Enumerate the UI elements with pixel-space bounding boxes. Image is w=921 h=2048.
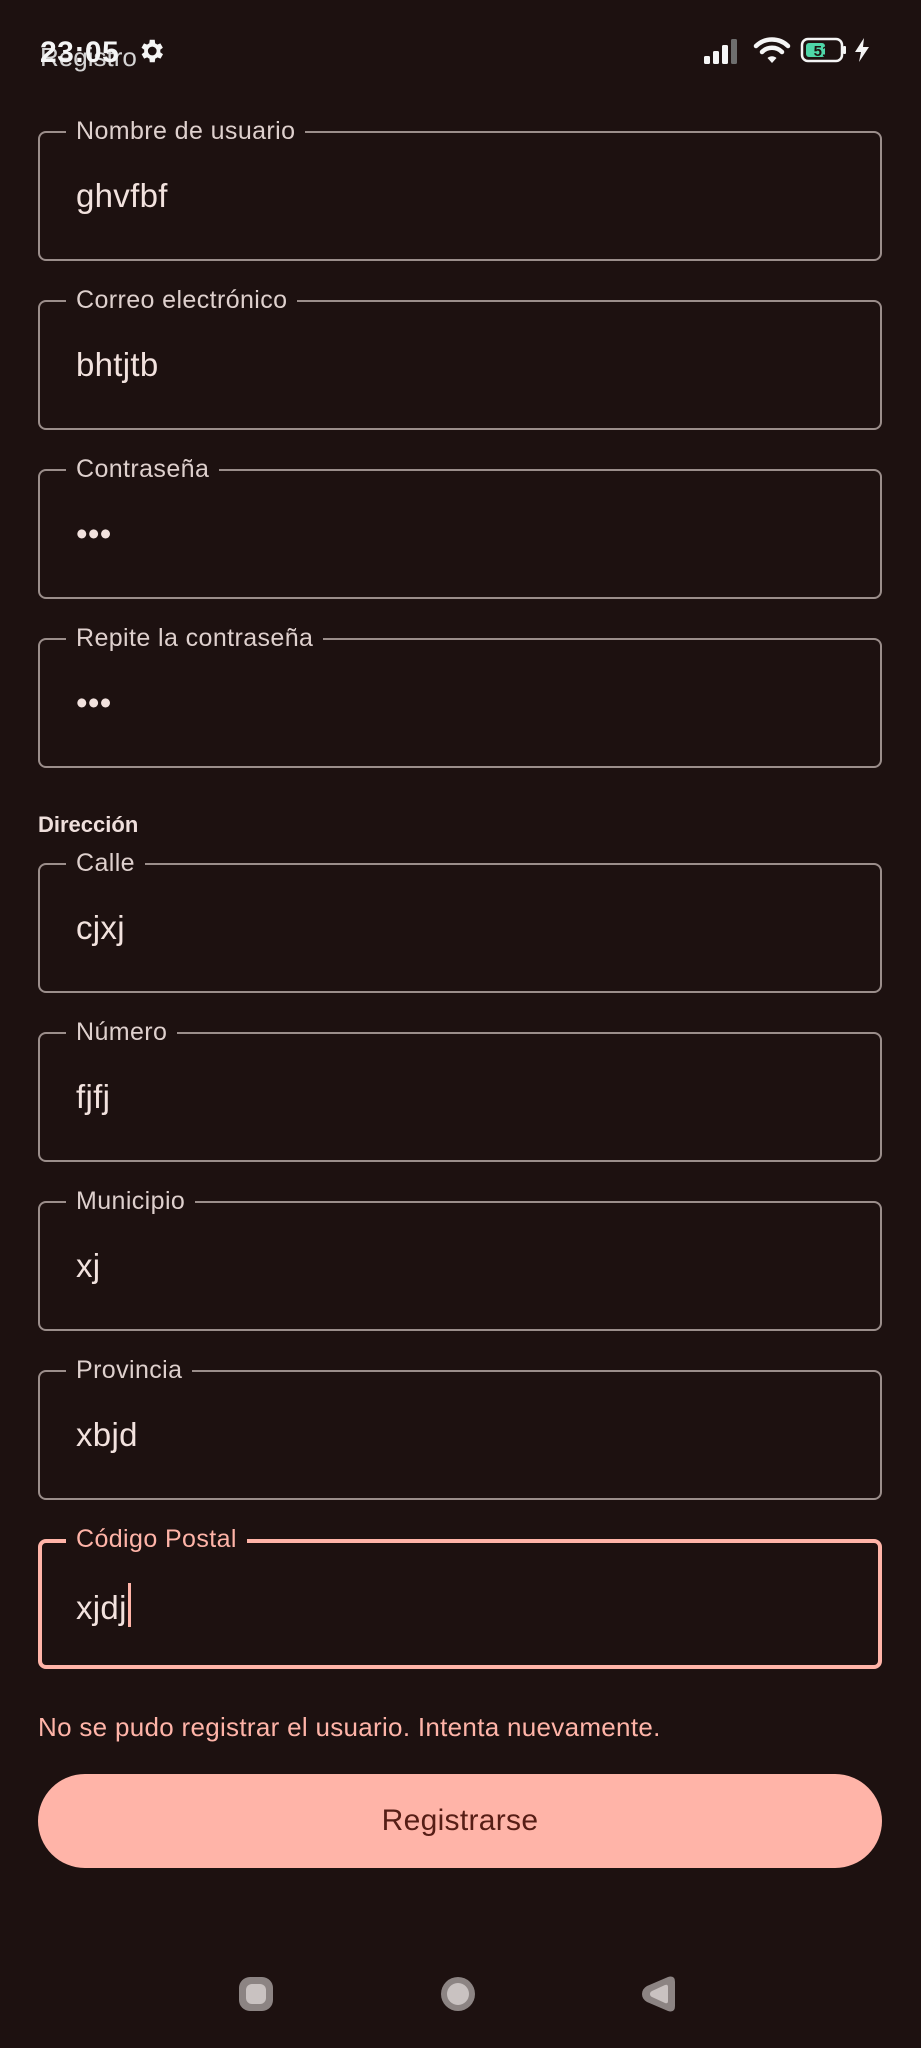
password-field[interactable]: Contraseña ••• (38, 454, 882, 599)
street-value: cjxj (76, 909, 125, 946)
postal-code-label: Código Postal (66, 1524, 247, 1554)
municipality-label: Municipio (66, 1186, 196, 1216)
email-label: Correo electrónico (66, 285, 298, 315)
street-field[interactable]: Calle cjxj (38, 848, 882, 993)
postal-code-field[interactable]: Código Postal xjdj (38, 1524, 882, 1669)
address-section-heading: Dirección (38, 812, 139, 837)
street-label: Calle (66, 848, 145, 878)
recents-icon[interactable] (236, 1974, 276, 2014)
password-value: ••• (76, 515, 112, 552)
number-label: Número (66, 1017, 178, 1047)
email-value: bhtjtb (76, 346, 159, 383)
password-repeat-value: ••• (76, 684, 112, 721)
charging-bolt-icon (855, 38, 869, 62)
municipality-field[interactable]: Municipio xj (38, 1186, 882, 1331)
province-field[interactable]: Provincia xbjd (38, 1355, 882, 1500)
username-value: ghvfbf (76, 177, 168, 214)
number-value: fjfj (76, 1078, 111, 1115)
number-field[interactable]: Número fjfj (38, 1017, 882, 1162)
username-label: Nombre de usuario (66, 116, 306, 146)
home-icon[interactable] (438, 1974, 478, 2014)
register-button[interactable]: Registrarse (38, 1774, 882, 1868)
password-label: Contraseña (66, 454, 220, 484)
battery-level: 51 (814, 43, 831, 60)
battery-icon: 51 (800, 37, 846, 63)
province-value: xbjd (76, 1416, 138, 1453)
municipality-value: xj (76, 1247, 101, 1284)
password-repeat-field[interactable]: Repite la contraseña ••• (38, 623, 882, 768)
gear-icon (141, 39, 163, 63)
signal-icon (704, 39, 737, 64)
password-repeat-label: Repite la contraseña (66, 623, 324, 653)
back-icon[interactable] (638, 1974, 678, 2014)
email-field[interactable]: Correo electrónico bhtjtb (38, 285, 882, 430)
text-caret (127, 1583, 131, 1627)
status-time: 23:05 (40, 36, 120, 69)
postal-code-value-wrap: xjdj (76, 1583, 131, 1629)
error-message: No se pudo registrar el usuario. Intenta… (38, 1712, 661, 1742)
status-bar: Registro 23:05 51 (0, 0, 921, 105)
postal-code-value: xjdj (76, 1589, 127, 1626)
username-field[interactable]: Nombre de usuario ghvfbf (38, 116, 882, 261)
navigation-bar (0, 1950, 921, 2048)
wifi-icon (753, 37, 791, 63)
province-label: Provincia (66, 1355, 193, 1385)
